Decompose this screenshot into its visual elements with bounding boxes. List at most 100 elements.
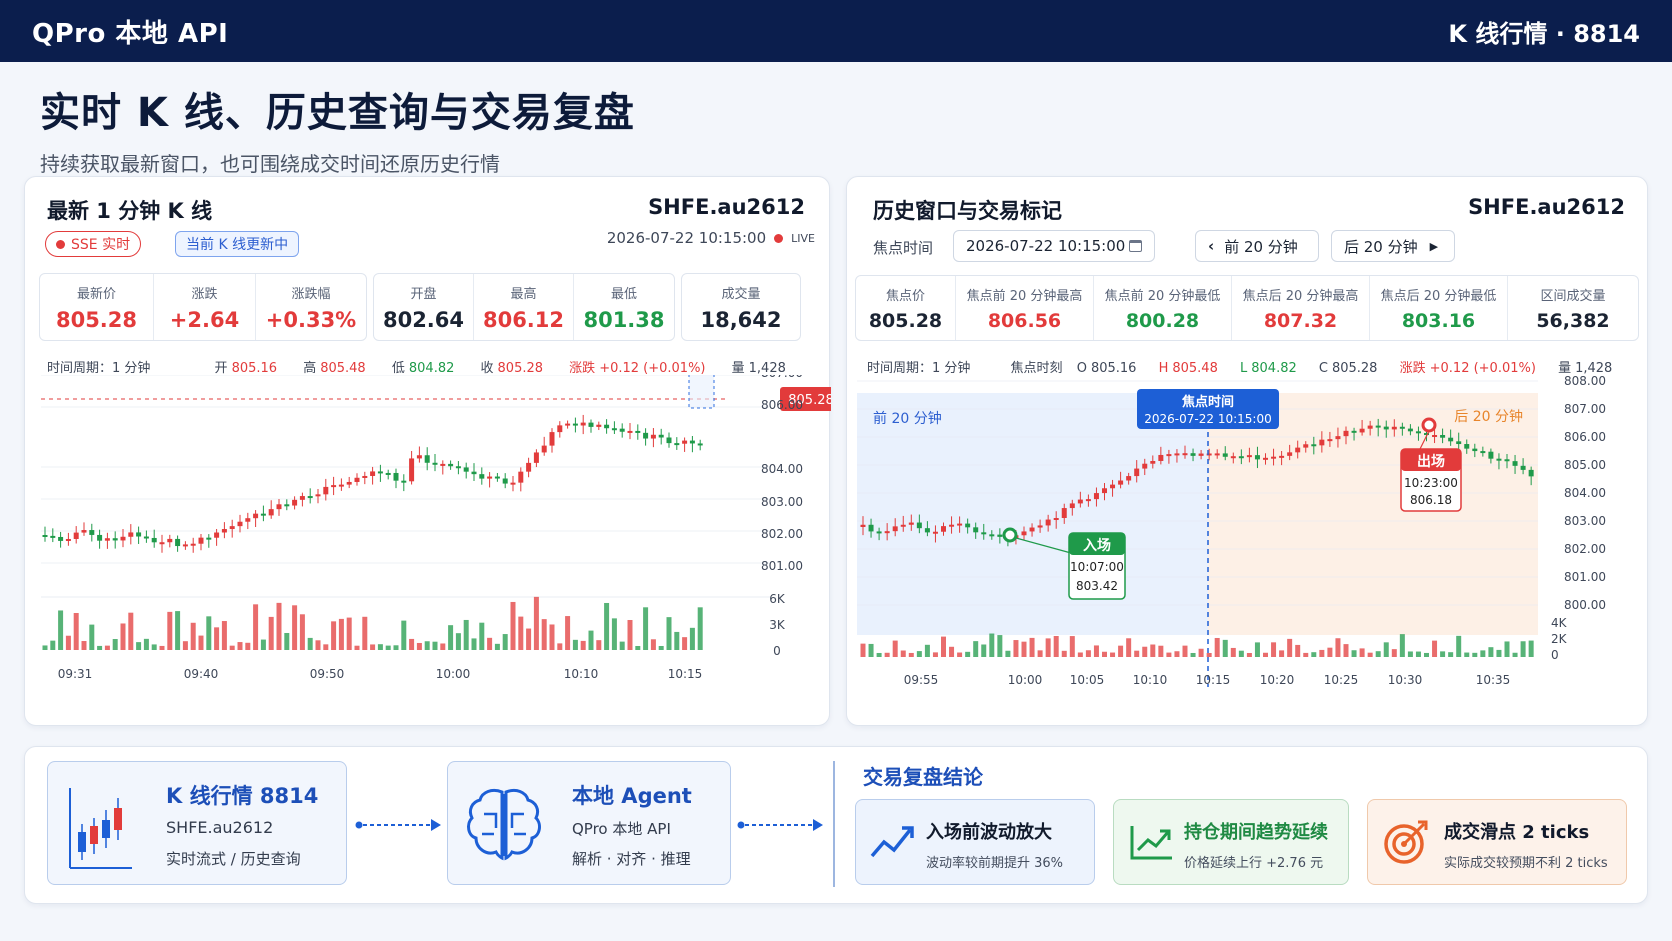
volume-bar [331,621,337,650]
feed-title: K 线行情 · 8814 [1448,19,1640,48]
time-tick: 10:35 [1476,673,1511,687]
candle [1407,428,1413,432]
volume-bar [1021,641,1027,657]
volume-bar [1150,644,1156,657]
symbol-label: SHFE.au2612 [1468,195,1625,219]
candle [1158,454,1164,461]
volume-bar [479,622,485,650]
time-tick: 09:31 [58,667,93,681]
candle [409,458,415,482]
volume-bar [1093,645,1099,657]
arrow-right-icon [737,819,823,831]
candle [1367,425,1373,429]
stat-value: 806.56 [987,309,1062,332]
candle [1045,519,1051,526]
volume-bar [245,642,251,650]
candle [253,513,259,519]
conclusion-card-trend[interactable]: 持仓期间趋势延续 价格延续上行 +2.76 元 [1113,799,1349,885]
entry-marker-icon[interactable] [1002,527,1018,543]
volume-bar [1383,642,1389,657]
right-stats: 焦点价 805.28 焦点前 20 分钟最高 806.56 焦点前 20 分钟最低 8… [855,275,1639,341]
conclusion-card-slippage[interactable]: 成交滑点 2 ticks 实际成交较预期不利 2 ticks [1367,799,1627,885]
stat-value: 56,382 [1536,309,1610,332]
volume-bar [1206,652,1212,657]
volume-bar [463,619,469,650]
candle [580,422,586,426]
close-label: C [1318,361,1328,376]
right-candlestick-chart[interactable]: 前 20 分钟 后 20 分钟 焦点时间 2026-07-22 10:15:00… [847,375,1649,715]
volume-bar [315,640,321,650]
candle [120,536,126,541]
volume-bar [448,625,454,650]
right-ohlc-line: 时间周期：1 分钟 焦点时刻 O 805.16 H 805.48 L 804.82 C… [867,357,1616,376]
source-node[interactable]: K 线行情 8814 SHFE.au2612 实时流式 / 历史查询 [47,761,347,885]
left-volume-bars [42,596,703,650]
candle [526,462,532,472]
volume-bar [1359,648,1365,657]
stat-high: 最高 806.12 [474,274,574,340]
candle [892,526,898,532]
volume-bar [1174,651,1180,657]
focus-moment-label: 焦点时刻 [1010,361,1063,376]
volume-bar [440,643,446,650]
time-tick: 10:15 [1196,673,1231,687]
candle [245,518,251,522]
candle [1174,453,1180,456]
candle [89,530,95,535]
volume-bar [370,644,376,650]
left-candlestick-chart[interactable]: 805.28 807.00806.00804.00803.00802.00801… [25,375,831,715]
volume-bar [697,607,703,650]
update-badge: 当前 K 线更新中 [175,231,300,257]
stats-group-ohl: 开盘 802.64 最高 806.12 最低 801.38 [373,273,675,341]
volume-bar [182,641,188,650]
candle [1069,503,1075,509]
candle [362,475,368,478]
volume-bar [1335,638,1341,657]
next-20min-button[interactable]: 后 20 分钟 ▶ [1331,230,1455,262]
candle [1496,458,1502,461]
volume-bar [1045,638,1051,657]
focus-time-value: 2026-07-22 10:15:00 [966,237,1126,255]
time-tick: 10:10 [564,667,599,681]
agent-steps: 解析 · 对齐 · 推理 [572,850,691,868]
candle [541,445,547,453]
volume-bar [128,612,134,650]
candle [1488,451,1494,459]
candle [416,455,422,459]
close-label: 收 [480,361,494,376]
volume-bar [549,624,555,650]
candle [1520,465,1526,470]
price-tick: 808.00 [1564,375,1606,388]
change-label: 涨跌 [569,361,596,376]
price-tick: 801.00 [1564,570,1606,584]
candle [697,443,703,446]
source-title: K 线行情 8814 [166,784,319,808]
volume-bar [1142,646,1148,657]
right-volume-bars [860,633,1534,657]
candle [260,513,266,516]
volume-bar [1391,649,1397,657]
exit-marker-icon[interactable] [1421,417,1437,433]
volume-bar [1037,650,1043,657]
open-label: O [1076,361,1087,376]
candle [1295,447,1301,453]
volume-bar [268,616,274,650]
conclusion-title-text: 成交滑点 2 ticks [1444,822,1590,843]
volume-bar [900,650,906,657]
stat-value: 807.32 [1263,309,1338,332]
volume-bar [385,645,391,650]
volume-bar [1182,645,1188,657]
candle [1037,525,1043,528]
focus-time-input[interactable]: 2026-07-22 10:15:00 [953,230,1155,262]
candle [1134,468,1140,477]
agent-node[interactable]: 本地 Agent QPro 本地 API 解析 · 对齐 · 推理 [447,761,731,885]
calendar-icon [1129,240,1142,252]
price-tick: 806.00 [1564,430,1606,444]
conclusion-card-volatility[interactable]: 入场前波动放大 波动率较前期提升 36% [855,799,1095,885]
price-tick: 801.00 [761,559,803,573]
volume-bar [981,644,987,657]
left-time-axis: 09:31 09:40 09:50 10:00 10:10 10:15 [58,667,703,681]
prev-button-label: 前 20 分钟 [1224,237,1298,256]
prev-20min-button[interactable]: ‹ 前 20 分钟 [1195,230,1319,262]
time-tick: 10:00 [436,667,471,681]
